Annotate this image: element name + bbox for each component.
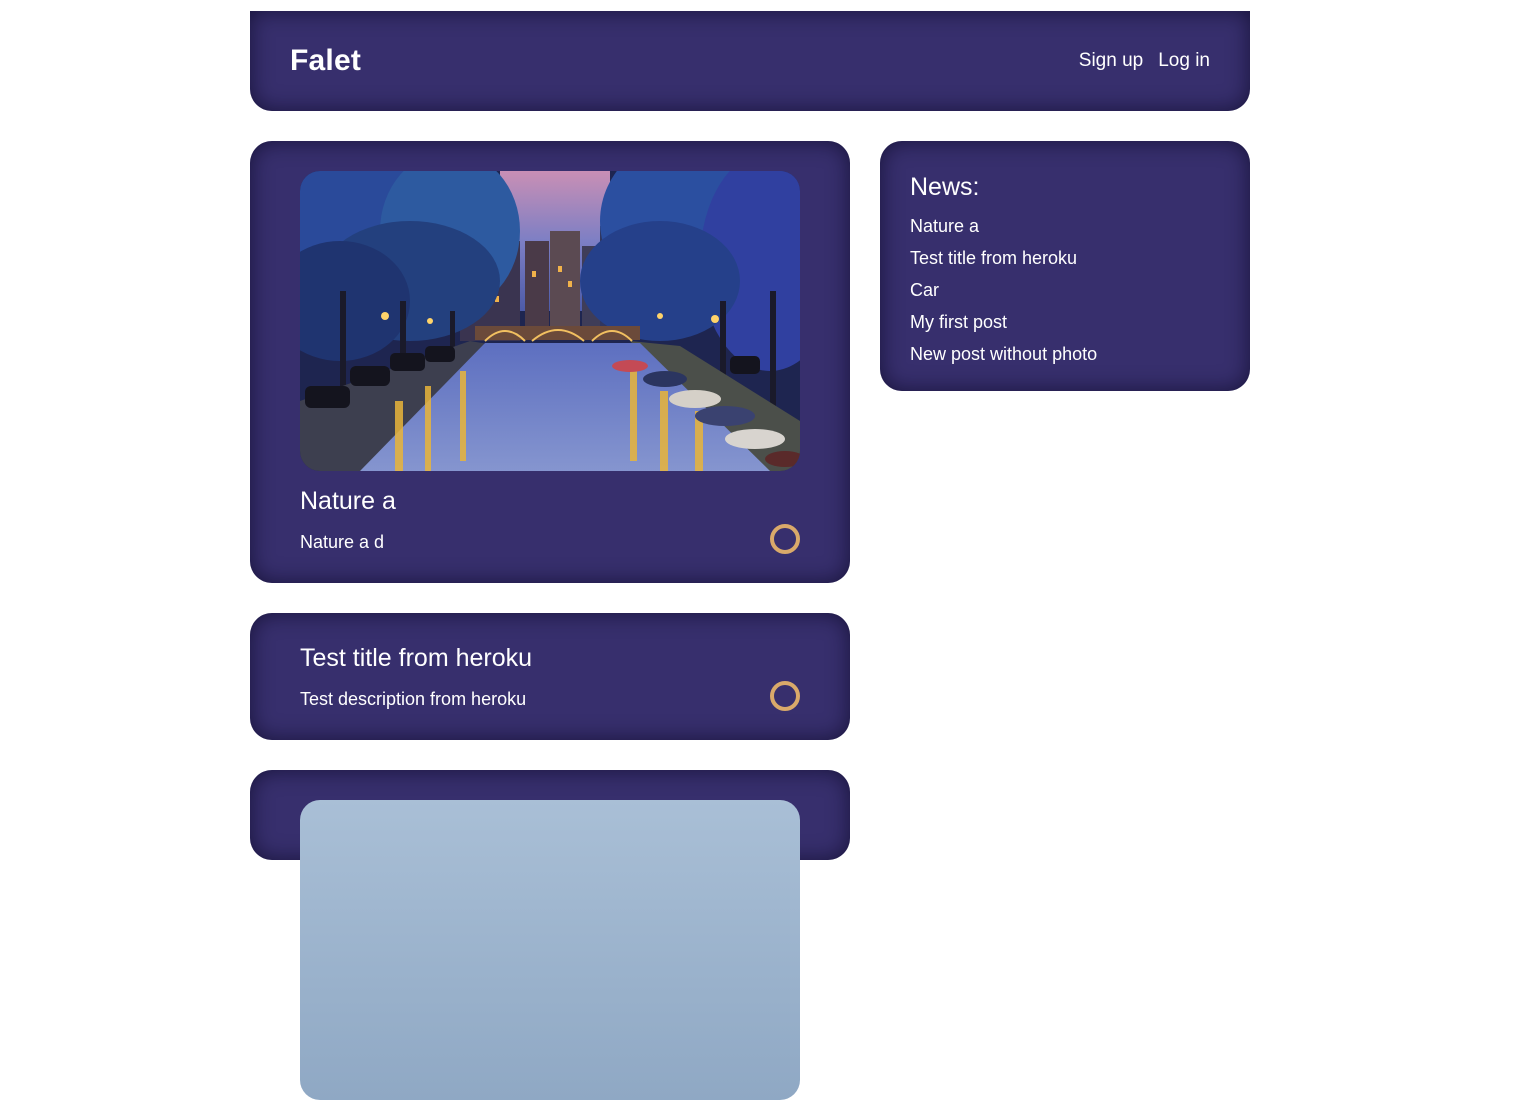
news-item[interactable]: New post without photo xyxy=(910,338,1097,370)
news-item[interactable]: Test title from heroku xyxy=(910,242,1097,274)
signup-link[interactable]: Sign up xyxy=(1079,49,1143,73)
post-card xyxy=(250,770,850,1100)
header-nav: Sign up Log in xyxy=(1079,49,1210,73)
news-heading: News: xyxy=(910,173,980,201)
post-description: Nature a d xyxy=(300,532,385,552)
like-ring-icon[interactable] xyxy=(770,524,800,554)
post-description: Test description from heroku xyxy=(300,689,527,709)
post-card: Nature a Nature a d xyxy=(250,141,850,583)
site-header: Falet Sign up Log in xyxy=(250,11,1250,111)
post-card: Test title from heroku Test description … xyxy=(250,613,850,740)
post-title[interactable]: Test title from heroku xyxy=(300,643,532,673)
news-list: Nature a Test title from heroku Car My f… xyxy=(910,210,1097,370)
news-item[interactable]: Car xyxy=(910,274,1097,306)
like-ring-icon[interactable] xyxy=(770,681,800,711)
post-title[interactable]: Nature a xyxy=(300,486,396,516)
news-item[interactable]: Nature a xyxy=(910,210,1097,242)
site-logo[interactable]: Falet xyxy=(290,43,361,79)
news-panel: News: Nature a Test title from heroku Ca… xyxy=(880,141,1250,391)
login-link[interactable]: Log in xyxy=(1158,49,1210,73)
news-item[interactable]: My first post xyxy=(910,306,1097,338)
canal-photo-illustration xyxy=(300,171,800,471)
post-photo[interactable] xyxy=(300,171,800,471)
post-photo[interactable] xyxy=(300,800,800,1100)
